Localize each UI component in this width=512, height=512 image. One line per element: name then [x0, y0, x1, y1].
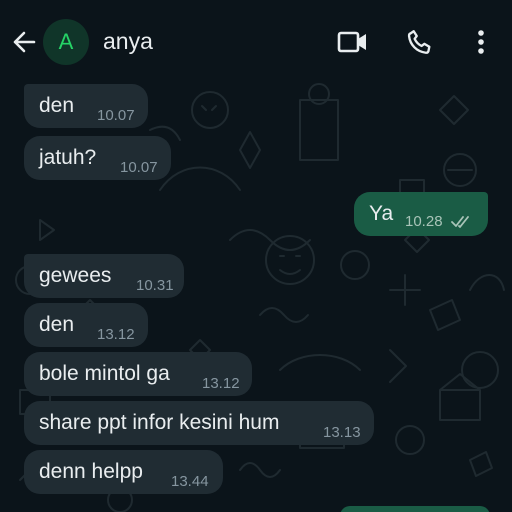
message-text: gewees — [39, 264, 112, 287]
message-text: share ppt infor kesini hum — [39, 411, 280, 434]
message-time: 10.07 — [97, 107, 135, 124]
message-time: 10.07 — [120, 159, 158, 176]
contact-name[interactable]: anya — [103, 28, 153, 55]
video-camera-icon — [337, 31, 366, 53]
message-bubble-incoming[interactable]: den 13.12 — [24, 303, 148, 347]
message-text: jatuh? — [39, 146, 97, 169]
message-time: 13.44 — [171, 473, 209, 490]
avatar-initial: A — [58, 29, 74, 54]
message-bubble-incoming[interactable]: denn helpp 13.44 — [24, 450, 223, 494]
message-time: 13.13 — [323, 424, 361, 441]
message-bubble-incoming[interactable]: gewees 10.31 — [24, 254, 184, 298]
avatar[interactable]: A — [43, 19, 89, 65]
message-bubble-incoming[interactable]: den 10.07 — [24, 84, 148, 128]
message-time: 13.12 — [202, 375, 240, 392]
message-bubble-incoming[interactable]: bole mintol ga 13.12 — [24, 352, 252, 396]
more-options-button[interactable] — [461, 22, 501, 62]
message-text: bole mintol ga — [39, 362, 170, 385]
message-time: 10.28 — [405, 213, 443, 230]
message-bubble-incoming[interactable]: share ppt infor kesini hum 13.13 — [24, 401, 374, 445]
arrow-left-icon — [13, 31, 36, 53]
message-bubble-outgoing-partial[interactable] — [340, 506, 490, 512]
message-bubble-incoming[interactable]: jatuh? 10.07 — [24, 136, 171, 180]
phone-icon — [407, 30, 431, 54]
message-text: den — [39, 94, 75, 117]
read-double-check-icon — [451, 216, 469, 228]
message-text: Ya — [369, 202, 394, 225]
message-time: 10.31 — [136, 277, 174, 294]
message-bubble-outgoing[interactable]: Ya 10.28 — [354, 192, 488, 236]
message-text: den — [39, 313, 75, 336]
message-time: 13.12 — [97, 326, 135, 343]
message-text: denn helpp — [39, 460, 143, 483]
more-vertical-icon — [478, 30, 484, 54]
video-call-button[interactable] — [333, 22, 373, 62]
chat-area[interactable]: den 10.07 jatuh? 10.07 Ya 10.28 gewees 1… — [0, 80, 512, 512]
chat-header: A anya — [0, 0, 512, 80]
voice-call-button[interactable] — [400, 22, 440, 62]
back-button[interactable] — [8, 26, 40, 58]
